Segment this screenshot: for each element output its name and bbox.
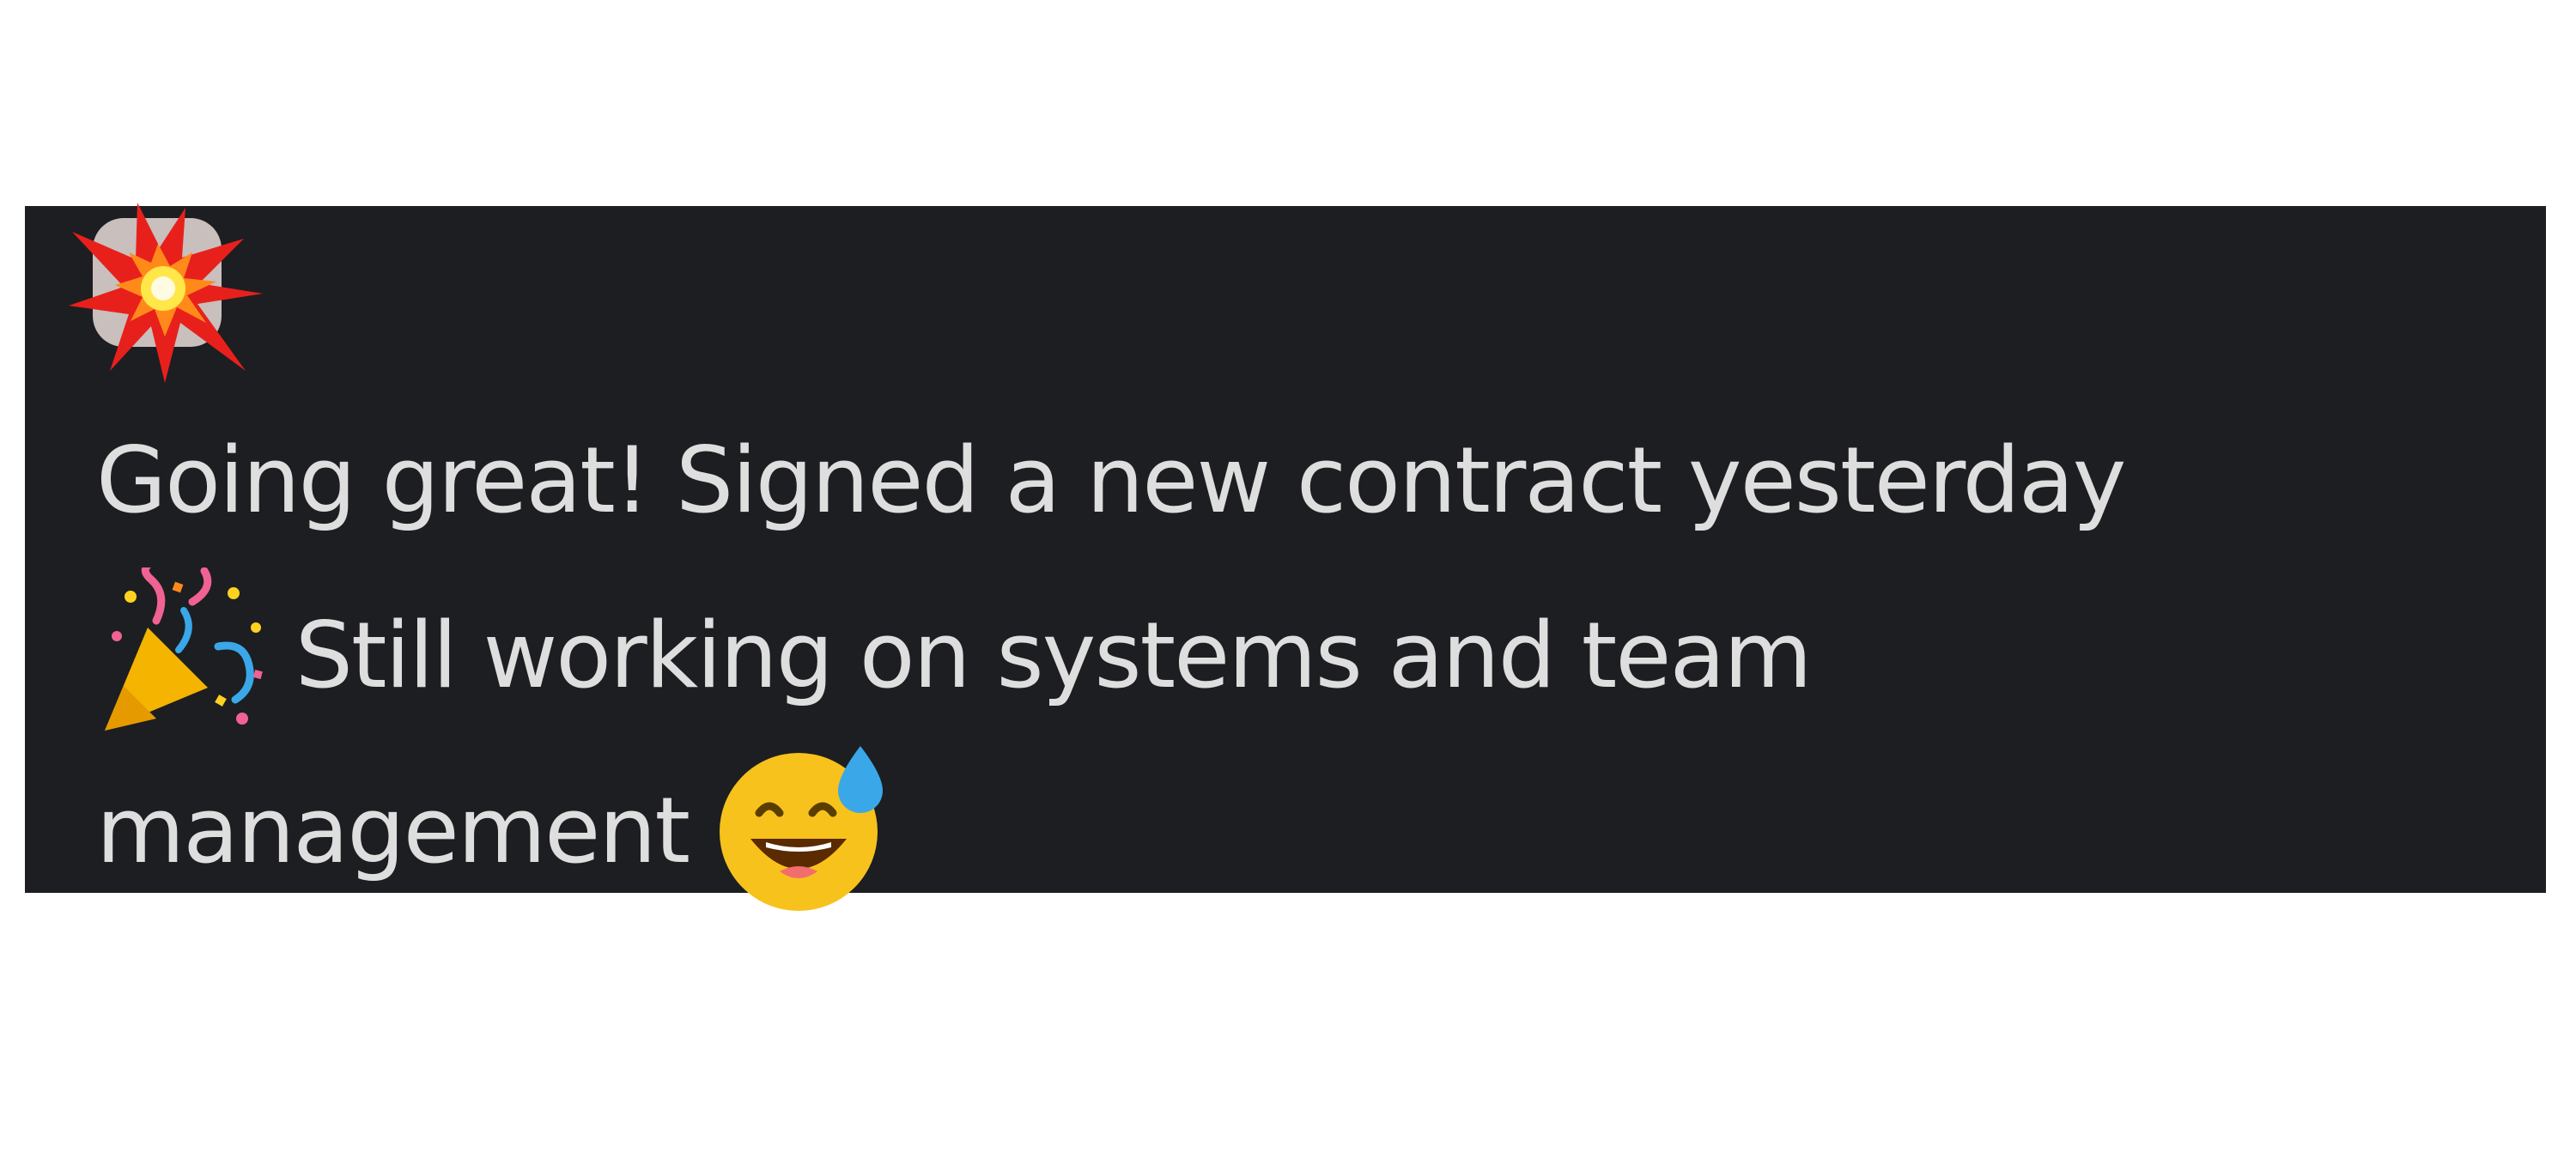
message-line-3: management [96,743,2526,919]
author-avatar[interactable] [69,203,266,383]
grinning-sweat-icon [716,743,888,914]
message-body: Going great! Signed a new contract yeste… [96,393,2526,919]
message-line-2-text: Still working on systems and team [268,603,1813,708]
message-line-2: Still working on systems and team [96,567,2526,743]
explosion-icon [69,203,263,383]
message-line-3-text: management [96,778,716,883]
party-popper-icon [96,567,268,739]
message-line-1: Going great! Signed a new contract yeste… [96,428,2126,533]
screenshot-stage: Going great! Signed a new contract yeste… [0,0,2576,1171]
